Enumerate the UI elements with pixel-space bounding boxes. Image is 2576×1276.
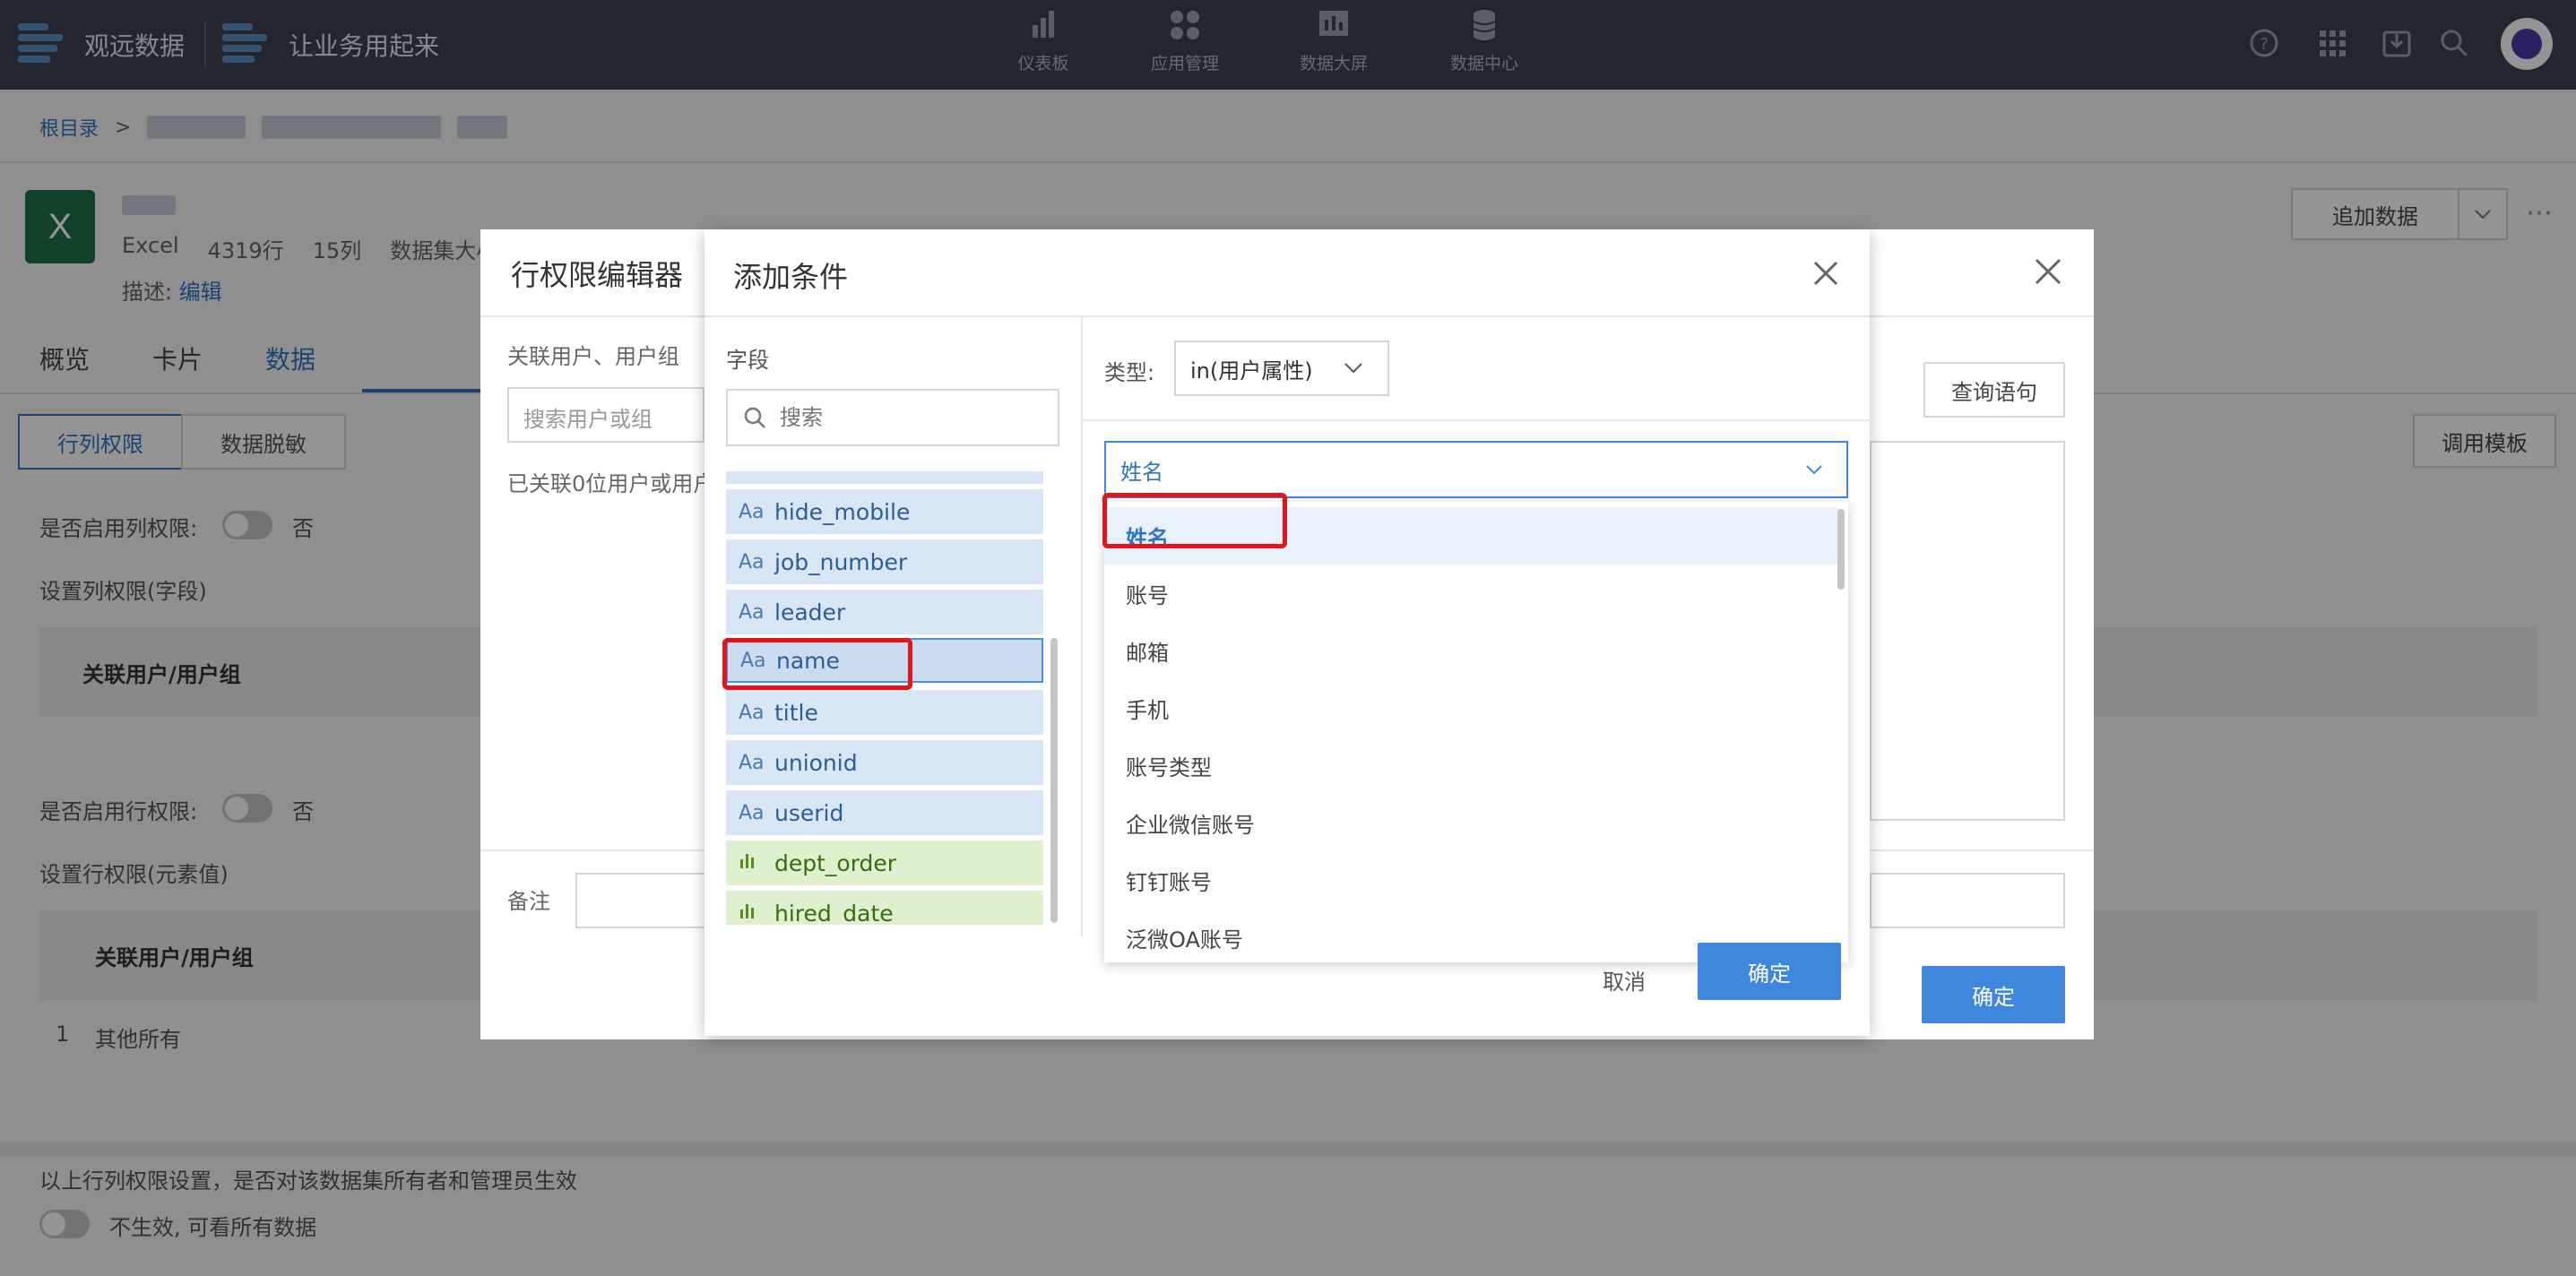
field-item-userid[interactable]: Aa userid — [726, 790, 1043, 835]
field-name: hide_mobile — [774, 498, 911, 525]
option-wecom-account[interactable]: 企业微信账号 — [1104, 794, 1839, 851]
user-search-input[interactable]: 搜索用户或组 — [507, 387, 705, 443]
field-item-leader[interactable]: Aa leader — [726, 590, 1043, 634]
condition-area[interactable] — [1870, 441, 2065, 821]
field-list: Aa Aa hide_mobile Aa job_number Aa leader A… — [726, 471, 1043, 925]
option-account-type[interactable]: 账号类型 — [1104, 737, 1839, 794]
close-icon[interactable] — [1812, 260, 1839, 287]
text-type-icon: Aa — [739, 751, 765, 774]
field-search-box[interactable] — [726, 389, 1059, 446]
field-name: userid — [774, 799, 844, 826]
text-type-icon: Aa — [739, 801, 765, 824]
dialog-divider — [705, 315, 1870, 317]
text-type-icon: Aa — [739, 600, 765, 624]
search-icon — [744, 407, 765, 428]
dropdown-scrollbar[interactable] — [1837, 509, 1845, 590]
add-condition-dialog: 添加条件 字段 Aa Aa hide_mobile Aa job_number Aa… — [705, 229, 1870, 1036]
associated-count: 已关联0位用户或用户组 — [507, 471, 737, 496]
number-type-icon — [739, 901, 774, 925]
attribute-dropdown: 姓名 账号 邮箱 手机 账号类型 企业微信账号 钉钉账号 泛微OA账号 — [1104, 502, 1848, 962]
field-item-unionid[interactable]: Aa unionid — [726, 740, 1043, 785]
field-item-dept-order[interactable]: dept_order — [726, 841, 1043, 885]
field-item-title[interactable]: Aa title — [726, 690, 1043, 735]
remark-input[interactable] — [575, 873, 710, 928]
highlight-name-field — [722, 638, 912, 690]
text-type-icon: Aa — [739, 471, 774, 473]
text-type-icon: Aa — [739, 701, 765, 724]
field-name: unionid — [774, 749, 858, 776]
field-name: job_number — [774, 548, 908, 575]
attribute-select[interactable]: 姓名 — [1104, 441, 1848, 498]
number-type-icon — [739, 850, 774, 875]
field-item-hired-date[interactable]: hired_date — [726, 891, 1043, 925]
attribute-select-value: 姓名 — [1120, 459, 1163, 485]
editor-title: 行权限编辑器 — [511, 258, 684, 292]
remark-label: 备注 — [507, 889, 550, 914]
field-name: dept_order — [774, 849, 897, 876]
cancel-button[interactable]: 取消 — [1603, 964, 1646, 996]
list-item-partial[interactable]: Aa — [726, 471, 1043, 484]
field-name: hired_date — [774, 900, 894, 926]
field-label: 字段 — [726, 348, 769, 373]
chevron-down-icon — [1806, 465, 1822, 475]
field-name: title — [774, 699, 818, 726]
field-name: leader — [774, 599, 846, 625]
dialog-title: 添加条件 — [733, 260, 849, 294]
dialog-column-divider — [1081, 315, 1083, 937]
field-item-job-number[interactable]: Aa job_number — [726, 539, 1043, 584]
editor-confirm-button[interactable]: 确定 — [1922, 966, 2065, 1023]
dialog-type-divider — [1083, 419, 1870, 421]
type-select[interactable]: in(用户属性) — [1174, 341, 1389, 396]
text-type-icon: Aa — [739, 550, 765, 573]
remark-input-end[interactable] — [1870, 873, 2065, 928]
ok-button[interactable]: 确定 — [1698, 943, 1841, 1000]
option-account[interactable]: 账号 — [1104, 565, 1839, 622]
field-search-input[interactable] — [780, 405, 1031, 430]
text-type-icon: Aa — [739, 500, 765, 523]
close-icon[interactable] — [2033, 256, 2063, 287]
field-list-scrollbar[interactable] — [1050, 638, 1058, 923]
option-email[interactable]: 邮箱 — [1104, 622, 1839, 679]
type-select-value: in(用户属性) — [1190, 358, 1313, 384]
type-label: 类型: — [1104, 360, 1155, 385]
query-statement-button[interactable]: 查询语句 — [1923, 362, 2065, 418]
chevron-down-icon — [1344, 363, 1362, 374]
option-dingtalk-account[interactable]: 钉钉账号 — [1104, 851, 1839, 909]
option-mobile[interactable]: 手机 — [1104, 679, 1839, 737]
field-item-hide-mobile[interactable]: Aa hide_mobile — [726, 489, 1043, 534]
associated-users-label: 关联用户、用户组 — [507, 344, 679, 369]
highlight-name-option — [1102, 493, 1287, 548]
